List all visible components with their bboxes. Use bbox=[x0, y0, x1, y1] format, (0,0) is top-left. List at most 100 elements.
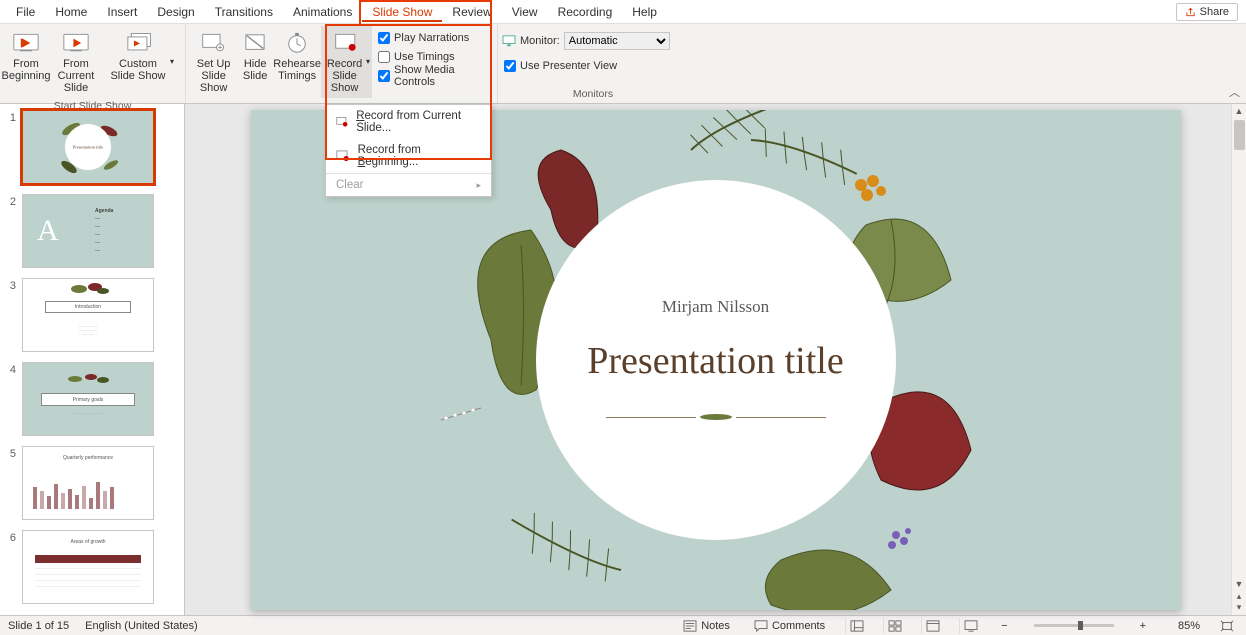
vertical-scrollbar[interactable]: ▲ ▼ ▴ ▾ bbox=[1231, 104, 1246, 615]
record-beginning-label: Record from Beginning... bbox=[358, 144, 481, 168]
normal-view-icon bbox=[850, 620, 864, 632]
chevron-down-icon: ▾ bbox=[366, 58, 370, 67]
thumb-num-6: 6 bbox=[4, 530, 16, 604]
thumb6-table bbox=[35, 555, 141, 593]
notes-icon bbox=[683, 620, 697, 632]
record-from-current-item[interactable]: Record from Current Slide... bbox=[326, 105, 491, 139]
fit-window-button[interactable] bbox=[1216, 618, 1238, 634]
play-narrations-checkbox[interactable]: Play Narrations bbox=[376, 28, 493, 47]
group-monitors-label: Monitors bbox=[502, 86, 684, 103]
hide-slide-button[interactable]: Hide Slide bbox=[237, 26, 273, 88]
custom-slideshow-button[interactable]: Custom Slide Show ▾ bbox=[104, 26, 176, 88]
language-status[interactable]: English (United States) bbox=[85, 620, 198, 632]
record-dropdown: Record from Current Slide... Record from… bbox=[325, 104, 492, 197]
reading-view-icon bbox=[926, 620, 940, 632]
tab-transitions[interactable]: Transitions bbox=[205, 1, 283, 22]
chevron-right-icon: ▸ bbox=[476, 180, 481, 191]
normal-view-button[interactable] bbox=[845, 618, 867, 634]
comments-button[interactable]: Comments bbox=[750, 620, 829, 632]
play-narrations-label: Play Narrations bbox=[394, 32, 469, 44]
author-text: Mirjam Nilsson bbox=[662, 297, 769, 317]
show-media-label: Show Media Controls bbox=[394, 64, 491, 88]
thumbnail-6[interactable]: Areas of growth bbox=[22, 530, 154, 604]
thumb2-agenda: Agenda————— bbox=[95, 207, 113, 255]
record-icon bbox=[334, 30, 360, 56]
zoom-in-button[interactable]: + bbox=[1136, 620, 1150, 632]
scroll-thumb[interactable] bbox=[1234, 120, 1245, 150]
thumb-row-3: 3 Introduction — — — — —— — — — —— — — bbox=[4, 278, 180, 352]
prev-slide-icon[interactable]: ▴ bbox=[1237, 591, 1242, 602]
menu-bar: File Home Insert Design Transitions Anim… bbox=[0, 0, 1246, 24]
tab-help[interactable]: Help bbox=[622, 1, 667, 22]
tab-slideshow[interactable]: Slide Show bbox=[362, 1, 442, 22]
comments-label: Comments bbox=[772, 620, 825, 632]
notes-button[interactable]: Notes bbox=[679, 620, 734, 632]
title-circle: Mirjam Nilsson Presentation title bbox=[536, 180, 896, 540]
rehearse-timings-button[interactable]: Rehearse Timings bbox=[273, 26, 321, 88]
thumb-row-5: 5 Quarterly performance bbox=[4, 446, 180, 520]
divider-leaf-icon bbox=[696, 412, 736, 422]
slideshow-view-button[interactable] bbox=[959, 618, 981, 634]
thumb3-title-box: Introduction bbox=[45, 301, 131, 313]
tab-insert[interactable]: Insert bbox=[97, 1, 147, 22]
tab-animations[interactable]: Animations bbox=[283, 1, 362, 22]
tab-design[interactable]: Design bbox=[147, 1, 204, 22]
thumbnail-1[interactable]: Presentation title bbox=[22, 110, 154, 184]
thumb4-sub: — — — — — — — — — bbox=[41, 411, 135, 415]
sorter-view-icon bbox=[888, 620, 902, 632]
fit-window-icon bbox=[1220, 620, 1234, 632]
hide-slide-label: Hide Slide bbox=[239, 58, 271, 84]
zoom-slider[interactable] bbox=[1034, 624, 1114, 627]
slide-position: Slide 1 of 15 bbox=[8, 620, 69, 632]
clear-label: Clear bbox=[336, 179, 363, 191]
zoom-knob[interactable] bbox=[1078, 621, 1083, 630]
share-button[interactable]: Share bbox=[1176, 3, 1238, 21]
show-media-checkbox[interactable]: Show Media Controls bbox=[376, 66, 493, 85]
thumb-row-2: 2 A Agenda————— bbox=[4, 194, 180, 268]
thumbnail-4[interactable]: Primary goals — — — — — — — — — bbox=[22, 362, 154, 436]
from-current-icon bbox=[63, 30, 89, 56]
hide-slide-icon bbox=[242, 30, 268, 56]
record-from-beginning-item[interactable]: Record from Beginning... bbox=[326, 139, 491, 173]
clear-item: Clear ▸ bbox=[326, 173, 491, 196]
thumb5-bars bbox=[33, 473, 143, 509]
from-current-button[interactable]: From Current Slide bbox=[48, 26, 104, 98]
thumbnail-2[interactable]: A Agenda————— bbox=[22, 194, 154, 268]
thumbnail-pane: 1 Presentation title 2 A Agenda————— bbox=[0, 104, 185, 615]
sorter-view-button[interactable] bbox=[883, 618, 905, 634]
scroll-down-icon[interactable]: ▼ bbox=[1235, 579, 1244, 589]
thumb3-foliage-icon bbox=[23, 279, 154, 303]
scroll-up-icon[interactable]: ▲ bbox=[1235, 106, 1244, 116]
group-start-slideshow: From Beginning From Current Slide Custom… bbox=[0, 24, 186, 103]
comments-icon bbox=[754, 620, 768, 632]
setup-slideshow-button[interactable]: Set Up Slide Show bbox=[190, 26, 237, 98]
tab-home[interactable]: Home bbox=[45, 1, 97, 22]
record-slideshow-button[interactable]: Record Slide Show ▾ bbox=[321, 26, 372, 98]
share-icon bbox=[1185, 7, 1196, 18]
tab-review[interactable]: Review bbox=[442, 1, 501, 22]
tab-view[interactable]: View bbox=[502, 1, 548, 22]
thumbnail-5[interactable]: Quarterly performance bbox=[22, 446, 154, 520]
notes-label: Notes bbox=[701, 620, 730, 632]
share-label: Share bbox=[1200, 6, 1229, 18]
thumb-num-3: 3 bbox=[4, 278, 16, 352]
record-beginning-icon bbox=[336, 149, 350, 163]
collapse-ribbon-icon[interactable]: ︿ bbox=[1229, 84, 1240, 100]
thumbnail-3[interactable]: Introduction — — — — —— — — — —— — — bbox=[22, 278, 154, 352]
group-setup: Set Up Slide Show Hide Slide Rehearse Ti… bbox=[186, 24, 498, 103]
record-current-icon bbox=[336, 115, 348, 129]
zoom-level[interactable]: 85% bbox=[1166, 620, 1200, 632]
thumb-row-6: 6 Areas of growth bbox=[4, 530, 180, 604]
presenter-view-checkbox[interactable]: Use Presenter View bbox=[502, 56, 619, 75]
reading-view-button[interactable] bbox=[921, 618, 943, 634]
tab-file[interactable]: File bbox=[6, 1, 45, 22]
next-slide-icon[interactable]: ▾ bbox=[1237, 602, 1242, 613]
thumb1-title: Presentation title bbox=[73, 145, 103, 150]
tab-recording[interactable]: Recording bbox=[548, 1, 623, 22]
from-beginning-button[interactable]: From Beginning bbox=[4, 26, 48, 88]
custom-slideshow-label: Custom Slide Show bbox=[106, 58, 170, 82]
thumb4-title-box: Primary goals bbox=[41, 393, 135, 406]
zoom-out-button[interactable]: − bbox=[997, 620, 1011, 632]
presentation-title: Presentation title bbox=[587, 339, 843, 383]
monitor-select[interactable]: Automatic bbox=[564, 32, 670, 50]
